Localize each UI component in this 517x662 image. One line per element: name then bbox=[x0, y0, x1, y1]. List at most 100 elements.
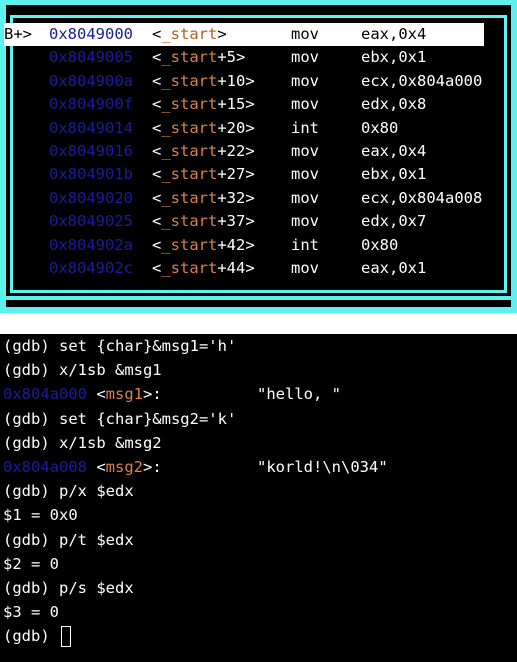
gdb-prompt: (gdb) bbox=[3, 627, 59, 646]
console-line: (gdb) set {char}&msg1='h' bbox=[3, 334, 517, 358]
operands: eax,0x4 bbox=[361, 142, 427, 160]
symbol-offset: +44 bbox=[217, 259, 246, 277]
console-text: (gdb) set {char}&msg1='h' bbox=[3, 337, 237, 355]
symbol-offset: +5 bbox=[217, 48, 237, 67]
memory-dump-line: 0x804a008 <msg2>: "korld!\n\034" bbox=[3, 455, 517, 479]
breakpoint-marker: B+> bbox=[4, 25, 32, 43]
instruction-address: 0x804901b bbox=[49, 165, 133, 184]
text-cursor[interactable] bbox=[61, 626, 71, 648]
asm-row[interactable]: 0x804902c <_start+44> mov eax,0x1 bbox=[4, 257, 484, 280]
console-text: (gdb) x/1sb &msg2 bbox=[3, 433, 162, 452]
symbol-offset: +42 bbox=[217, 235, 246, 254]
symbol-close: > bbox=[245, 142, 255, 160]
symbol-close: > bbox=[245, 188, 255, 207]
symbol-open: < bbox=[152, 212, 162, 231]
instruction-address: 0x8049020 bbox=[49, 188, 133, 207]
instruction-address: 0x804902a bbox=[49, 235, 133, 254]
symbol-offset: +32 bbox=[217, 188, 246, 207]
symbol-open: < bbox=[152, 235, 162, 254]
symbol-ref: <_start+5> bbox=[152, 46, 245, 69]
asm-row[interactable]: 0x804901b <_start+27> mov ebx,0x1 bbox=[4, 163, 484, 186]
mnemonic: mov bbox=[291, 25, 319, 43]
mnemonic: mov bbox=[291, 165, 319, 184]
symbol-close: > bbox=[245, 71, 255, 90]
symbol-open: < bbox=[152, 71, 162, 90]
symbol-ref: <_start+20> bbox=[152, 117, 255, 140]
symbol-name: _start bbox=[161, 212, 218, 231]
symbol-close: >: bbox=[143, 385, 162, 404]
asm-window-bottom-line bbox=[6, 296, 511, 300]
console-line: (gdb) x/1sb &msg2 bbox=[3, 431, 517, 455]
instruction-address: 0x8049005 bbox=[49, 48, 133, 67]
symbol-open: < bbox=[152, 259, 162, 277]
symbol-name: _start bbox=[161, 48, 218, 67]
symbol-name: _start bbox=[161, 259, 218, 277]
symbol-open: < bbox=[152, 25, 162, 43]
gdb-console[interactable]: (gdb) set {char}&msg1='h' (gdb) x/1sb &ms… bbox=[3, 334, 517, 648]
symbol-ref: <_start+44> bbox=[152, 257, 255, 280]
symbol-open: < bbox=[87, 457, 106, 476]
asm-row[interactable]: 0x8049020 <_start+32> mov ecx,0x804a008 bbox=[4, 187, 484, 210]
asm-window: B+> 0x8049000 <_start> mov eax,0x4 0x8049005 <… bbox=[0, 0, 517, 313]
symbol-ref: <_start+22> bbox=[152, 140, 255, 163]
symbol-open: < bbox=[152, 95, 162, 114]
symbol-offset: +37 bbox=[217, 212, 246, 231]
symbol-name: msg2 bbox=[105, 457, 143, 476]
symbol-close: > bbox=[245, 95, 255, 114]
symbol-offset: +27 bbox=[217, 165, 246, 184]
instruction-address: 0x804902c bbox=[49, 259, 133, 277]
symbol-ref: <_start> bbox=[152, 23, 227, 46]
mnemonic: int bbox=[291, 235, 319, 254]
symbol-name: _start bbox=[161, 95, 218, 114]
symbol-offset: +15 bbox=[217, 95, 246, 114]
symbol-open: < bbox=[87, 385, 106, 404]
symbol-ref: <_start+37> bbox=[152, 210, 255, 233]
console-text: $2 = 0 bbox=[3, 554, 59, 573]
symbol-open: < bbox=[152, 142, 162, 160]
symbol-offset: +22 bbox=[217, 142, 246, 160]
symbol-name: _start bbox=[161, 165, 218, 184]
memory-address: 0x804a000 bbox=[3, 385, 87, 404]
operands: 0x80 bbox=[361, 235, 399, 254]
symbol-open: < bbox=[152, 48, 162, 67]
console-line: $3 = 0 bbox=[3, 600, 517, 624]
instruction-address: 0x8049014 bbox=[49, 118, 133, 137]
symbol-ref: <_start+15> bbox=[152, 93, 255, 116]
instruction-address: 0x8049016 bbox=[49, 142, 133, 160]
mnemonic: mov bbox=[291, 212, 319, 231]
operands: edx,0x7 bbox=[361, 212, 427, 231]
asm-row[interactable]: 0x804902a <_start+42> int 0x80 bbox=[4, 234, 484, 257]
console-line: $2 = 0 bbox=[3, 552, 517, 576]
operands: 0x80 bbox=[361, 118, 399, 137]
symbol-close: > bbox=[245, 212, 255, 231]
asm-row-current[interactable]: B+> 0x8049000 <_start> mov eax,0x4 bbox=[4, 23, 484, 46]
memory-value: "hello, " bbox=[257, 385, 341, 404]
console-text: (gdb) p/x $edx bbox=[3, 482, 134, 501]
memory-address: 0x804a008 bbox=[3, 457, 87, 476]
symbol-name: _start bbox=[161, 25, 218, 43]
symbol-close: > bbox=[236, 48, 246, 67]
operands: eax,0x1 bbox=[361, 259, 427, 277]
symbol-open: < bbox=[152, 165, 162, 184]
symbol-name: _start bbox=[161, 188, 218, 207]
symbol-name: msg1 bbox=[105, 385, 143, 404]
asm-row[interactable]: 0x8049025 <_start+37> mov edx,0x7 bbox=[4, 210, 484, 233]
asm-row[interactable]: 0x804900a <_start+10> mov ecx,0x804a000 bbox=[4, 70, 484, 93]
symbol-offset: +10 bbox=[217, 71, 246, 90]
symbol-name: _start bbox=[161, 142, 218, 160]
operands: ecx,0x804a008 bbox=[361, 188, 483, 207]
asm-row[interactable]: 0x8049014 <_start+20> int 0x80 bbox=[4, 117, 484, 140]
symbol-ref: <_start+10> bbox=[152, 70, 255, 93]
asm-row[interactable]: 0x8049016 <_start+22> mov eax,0x4 bbox=[4, 140, 484, 163]
instruction-address: 0x8049025 bbox=[49, 212, 133, 231]
operands: edx,0x8 bbox=[361, 95, 427, 114]
gdb-prompt-line[interactable]: (gdb) bbox=[3, 624, 517, 648]
mnemonic: mov bbox=[291, 71, 319, 90]
instruction-address: 0x804900a bbox=[49, 71, 133, 90]
console-line: (gdb) p/x $edx bbox=[3, 479, 517, 503]
symbol-close: > bbox=[217, 25, 227, 43]
symbol-name: _start bbox=[161, 235, 218, 254]
asm-row[interactable]: 0x8049005 <_start+5> mov ebx,0x1 bbox=[4, 46, 484, 69]
asm-row[interactable]: 0x804900f <_start+15> mov edx,0x8 bbox=[4, 93, 484, 116]
console-line: (gdb) p/s $edx bbox=[3, 576, 517, 600]
